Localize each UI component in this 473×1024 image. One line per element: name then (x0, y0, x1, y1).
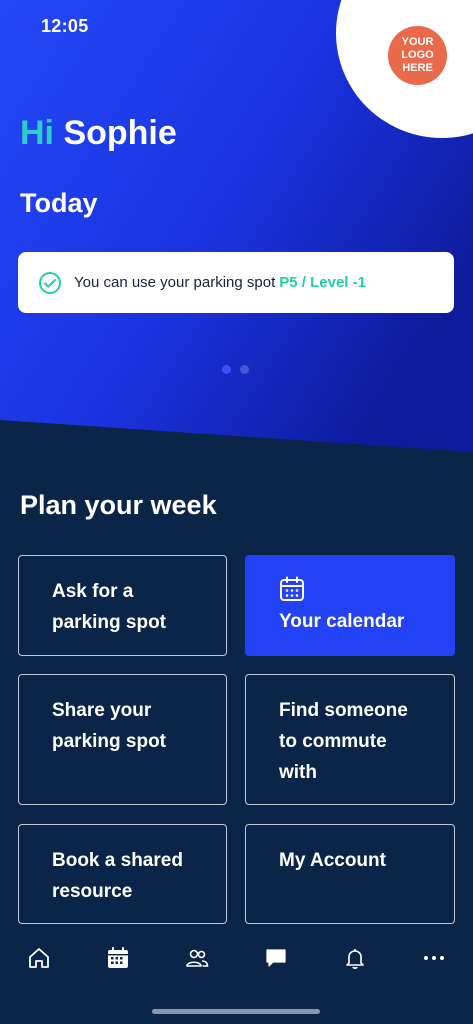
status-time: 12:05 (41, 16, 89, 36)
tab-notifications[interactable] (335, 938, 375, 978)
carousel-dot-active[interactable] (222, 365, 231, 374)
home-indicator[interactable] (152, 1009, 320, 1014)
greeting: Hi Sophie (20, 114, 177, 153)
tile-label: to commute (279, 731, 387, 752)
tile-label: with (279, 762, 317, 783)
parking-notice-card[interactable]: You can use your parking spot P5 / Level… (18, 252, 454, 313)
tile-label: Book a shared (52, 850, 183, 871)
carousel-dot[interactable] (240, 365, 249, 374)
company-logo: YOUR LOGO HERE (388, 26, 447, 85)
bottom-tab-bar (0, 930, 473, 986)
tile-label: Your calendar (279, 611, 405, 632)
chat-icon (266, 949, 286, 967)
logo-line: LOGO (401, 49, 434, 61)
tab-calendar[interactable] (98, 938, 138, 978)
carousel-dots[interactable] (222, 365, 249, 374)
more-icon (423, 956, 444, 960)
hero-section: YOUR LOGO HERE 12:05 Hi Sophie Today You… (0, 0, 473, 460)
book-shared-resource-button[interactable]: Book a shared resource (18, 824, 227, 924)
calendar-icon (108, 947, 129, 968)
find-commute-partner-button[interactable]: Find someone to commute with (245, 674, 455, 805)
tile-label: parking spot (52, 612, 167, 633)
tile-label: My Account (279, 850, 386, 871)
plan-title: Plan your week (20, 490, 217, 520)
people-icon (186, 949, 209, 967)
home-icon (29, 948, 50, 968)
tile-label: Find someone (279, 700, 408, 721)
tile-label: parking spot (52, 731, 167, 752)
today-title: Today (20, 188, 98, 218)
tab-people[interactable] (177, 938, 217, 978)
logo-line: HERE (402, 62, 433, 74)
notice-text: You can use your parking spot (74, 274, 276, 291)
greeting-hi: Hi (20, 114, 54, 152)
tab-home[interactable] (19, 938, 59, 978)
ask-parking-spot-button[interactable]: Ask for a parking spot (18, 555, 227, 656)
calendar-icon (280, 576, 304, 601)
greeting-name: Sophie (63, 114, 177, 152)
check-circle-icon (39, 271, 61, 294)
share-parking-spot-button[interactable]: Share your parking spot (18, 674, 227, 805)
tab-messages[interactable] (256, 938, 296, 978)
your-calendar-button[interactable]: Your calendar (245, 555, 455, 656)
tile-label: Ask for a (52, 581, 134, 602)
my-account-button[interactable]: My Account (245, 824, 455, 924)
notice-spot: P5 / Level -1 (279, 274, 366, 291)
logo-line: YOUR (401, 36, 434, 48)
bell-icon (345, 949, 364, 969)
tab-more[interactable] (414, 938, 454, 978)
tile-label: Share your (52, 700, 152, 721)
tile-label: resource (52, 881, 133, 902)
